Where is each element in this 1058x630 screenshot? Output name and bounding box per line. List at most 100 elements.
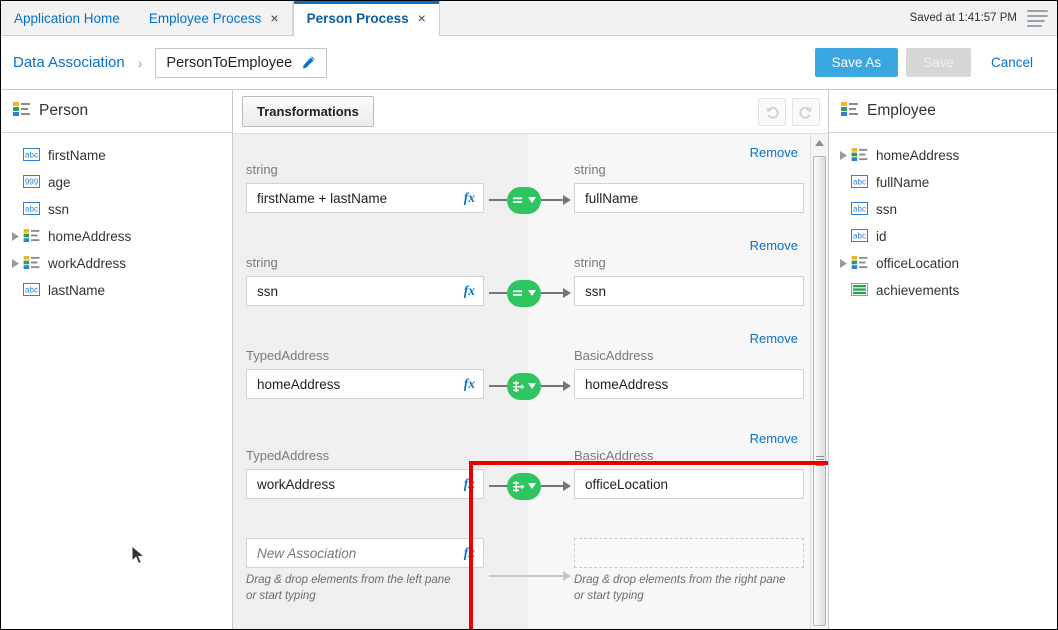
target-tree-header: Employee <box>829 90 1057 133</box>
abc-string-icon: abc <box>851 201 869 218</box>
fx-icon[interactable]: fx <box>458 545 475 561</box>
source-expression-input[interactable]: firstName + lastName fx <box>246 183 484 213</box>
source-expression-input[interactable]: homeAddress fx <box>246 369 484 399</box>
tree-item-age[interactable]: 999 age <box>1 169 232 196</box>
connector-line <box>489 292 507 294</box>
source-type-label: string <box>246 162 278 177</box>
target-expression-input[interactable]: homeAddress <box>574 369 804 399</box>
tree-item-label: homeAddress <box>876 148 960 163</box>
pencil-icon[interactable] <box>301 55 316 70</box>
mapping-target: string fullName <box>574 162 804 213</box>
mapping-source: TypedAddress workAddress fx <box>246 448 484 499</box>
scroll-up-icon[interactable] <box>811 134 828 151</box>
tree-item-fullname[interactable]: abc fullName <box>829 169 1057 196</box>
fx-icon[interactable]: fx <box>458 476 475 492</box>
map-transform-icon[interactable] <box>507 472 541 500</box>
tree-item-ssn[interactable]: abc ssn <box>1 196 232 223</box>
source-tree: abc firstName 999 age abc ssn homeAddres… <box>1 133 232 629</box>
fx-icon[interactable]: fx <box>458 283 475 299</box>
target-expression-input[interactable]: officeLocation <box>574 469 804 499</box>
tree-item-label: ssn <box>48 202 70 217</box>
hamburger-menu-icon[interactable] <box>1027 9 1048 27</box>
target-expression-value: homeAddress <box>585 376 669 392</box>
transformations-button[interactable]: Transformations <box>242 96 374 127</box>
mapping-rows: Remove string firstName + lastName fx st… <box>233 134 810 620</box>
equals-transform-icon[interactable] <box>507 186 541 214</box>
target-expression-input[interactable]: fullName <box>574 183 804 213</box>
mapping-canvas: Remove string firstName + lastName fx st… <box>233 134 828 629</box>
association-name-field[interactable]: PersonToEmployee <box>155 47 328 78</box>
cancel-button[interactable]: Cancel <box>979 48 1045 77</box>
mapping-pane: Transformations Remove string firstName … <box>233 90 829 629</box>
source-expression-input[interactable]: workAddress fx <box>246 469 484 499</box>
target-type-label: string <box>574 255 606 270</box>
expand-twisty-icon[interactable] <box>7 259 23 268</box>
close-icon[interactable]: × <box>418 11 426 25</box>
breadcrumb-root-link[interactable]: Data Association <box>13 54 125 71</box>
save-as-button[interactable]: Save As <box>814 48 899 77</box>
tree-item-achievements[interactable]: achievements <box>829 277 1057 304</box>
new-association-input[interactable]: New Association fx <box>246 538 484 568</box>
svg-text:abc: abc <box>25 285 38 294</box>
expand-twisty-icon[interactable] <box>7 232 23 241</box>
array-table-icon <box>851 282 869 299</box>
remove-link[interactable]: Remove <box>750 145 798 160</box>
tree-item-homeaddress[interactable]: homeAddress <box>829 142 1057 169</box>
tab-application-home[interactable]: Application Home <box>1 1 136 35</box>
connector-line <box>489 199 507 201</box>
tree-item-officelocation[interactable]: officeLocation <box>829 250 1057 277</box>
mapping-connector <box>489 184 571 216</box>
mapping-scrollbar[interactable] <box>810 134 828 629</box>
target-expression-value: ssn <box>585 283 607 299</box>
fx-icon[interactable]: fx <box>458 190 475 206</box>
expand-twisty-icon[interactable] <box>835 259 851 268</box>
tab-employee-process[interactable]: Employee Process × <box>136 1 293 35</box>
redo-icon[interactable] <box>792 97 820 126</box>
undo-icon[interactable] <box>758 97 786 126</box>
tree-item-label: lastName <box>48 283 106 298</box>
fx-icon[interactable]: fx <box>458 376 475 392</box>
new-association-target-input[interactable] <box>574 538 804 568</box>
mapping-source: string firstName + lastName fx <box>246 162 484 213</box>
scrollbar-thumb[interactable] <box>813 156 826 626</box>
tab-person-process[interactable]: Person Process × <box>292 1 440 36</box>
connector-line <box>541 485 564 487</box>
scroll-grip-icon <box>815 456 824 466</box>
target-expression-value: officeLocation <box>585 476 669 492</box>
remove-link[interactable]: Remove <box>750 238 798 253</box>
chevron-down-icon <box>528 383 536 389</box>
tree-item-ssn[interactable]: abc ssn <box>829 196 1057 223</box>
remove-link[interactable]: Remove <box>750 431 798 446</box>
new-association-target: Drag & drop elements from the right pane… <box>574 538 804 604</box>
tree-item-workaddress[interactable]: workAddress <box>1 250 232 277</box>
target-tree: homeAddress abc fullName abc ssn abc id … <box>829 133 1057 629</box>
source-tree-header: Person <box>1 90 232 133</box>
map-transform-icon[interactable] <box>507 372 541 400</box>
new-association-connector <box>489 560 571 592</box>
close-icon[interactable]: × <box>270 11 278 25</box>
tree-item-firstname[interactable]: abc firstName <box>1 142 232 169</box>
tab-label: Application Home <box>14 10 120 26</box>
chevron-down-icon <box>527 290 536 296</box>
remove-link[interactable]: Remove <box>750 331 798 346</box>
tree-item-lastname[interactable]: abc lastName <box>1 277 232 304</box>
action-buttons: Save As Save Cancel <box>814 48 1045 77</box>
arrow-icon <box>563 571 571 581</box>
object-node-icon <box>851 147 869 164</box>
save-button[interactable]: Save <box>906 48 971 77</box>
tree-item-homeaddress[interactable]: homeAddress <box>1 223 232 250</box>
connector-line <box>489 575 564 577</box>
expand-twisty-icon[interactable] <box>835 151 851 160</box>
999-number-icon: 999 <box>23 174 41 191</box>
tree-item-id[interactable]: abc id <box>829 223 1057 250</box>
abc-string-icon: abc <box>23 147 41 164</box>
equals-transform-icon[interactable] <box>507 279 541 307</box>
source-tree-title: Person <box>39 102 89 119</box>
chevron-right-icon: › <box>137 54 143 71</box>
tab-bar: Application Home Employee Process × Pers… <box>1 1 1057 36</box>
target-expression-input[interactable]: ssn <box>574 276 804 306</box>
undo-redo-group <box>758 97 820 126</box>
new-association-right-hint: Drag & drop elements from the right pane… <box>574 574 786 602</box>
arrow-icon <box>563 195 571 205</box>
source-expression-input[interactable]: ssn fx <box>246 276 484 306</box>
